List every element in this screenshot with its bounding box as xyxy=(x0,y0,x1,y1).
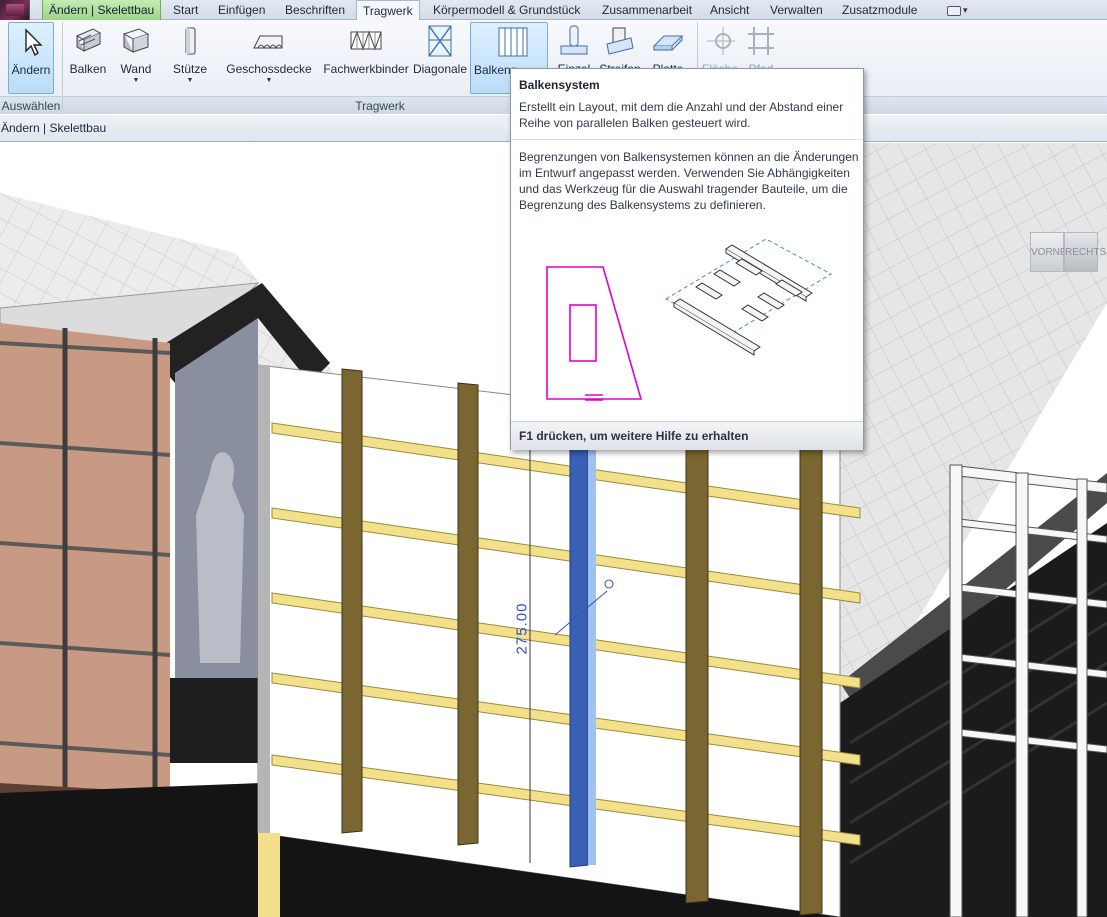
beam-button[interactable]: Balken xyxy=(68,22,108,94)
chevron-down-icon: ▼ xyxy=(132,77,140,84)
tab-einfuegen[interactable]: Einfügen xyxy=(212,0,271,20)
tab-ansicht[interactable]: Ansicht xyxy=(704,0,755,20)
isolated-foundation-icon xyxy=(560,25,588,55)
wall-panel-edge xyxy=(258,365,270,833)
beam-label: Balken xyxy=(69,62,107,76)
beam-icon xyxy=(75,28,102,52)
tab-zusatzmodule[interactable]: Zusatzmodule xyxy=(836,0,923,20)
chevron-down-icon: ▼ xyxy=(265,77,273,84)
viewcube-front[interactable]: VORNE xyxy=(1030,232,1067,272)
area-rebar-icon xyxy=(707,27,735,55)
viewcube-right[interactable]: RECHTS xyxy=(1064,232,1106,272)
chevron-down-icon: ▾ xyxy=(963,5,968,15)
selected-column-side xyxy=(588,395,596,865)
tab-beschriften[interactable]: Beschriften xyxy=(279,0,351,20)
tab-start[interactable]: Start xyxy=(167,0,204,20)
sketch-boundary xyxy=(546,266,643,400)
floor-button[interactable]: Geschossdecke ▼ xyxy=(226,22,312,94)
floor-icon xyxy=(253,35,283,50)
brace-icon xyxy=(428,25,452,57)
brace-label: Diagonale xyxy=(412,62,468,76)
yellow-post-base xyxy=(258,833,280,917)
chevron-down-icon: ▼ xyxy=(186,77,194,84)
path-rebar-icon xyxy=(748,27,774,55)
tab-zusammenarbeit[interactable]: Zusammenarbeit xyxy=(596,0,698,20)
tooltip-footer-help: F1 drücken, um weitere Hilfe zu erhalten xyxy=(511,421,863,450)
application-menu-button[interactable] xyxy=(0,0,30,20)
slab-foundation-icon xyxy=(652,35,684,51)
selected-column[interactable] xyxy=(569,392,589,868)
brick-wall xyxy=(0,323,170,793)
tooltip-detail: Begrenzungen von Balkensystemen können a… xyxy=(519,150,859,212)
beam-system-3d xyxy=(664,238,833,356)
panel-toggle-icon xyxy=(947,5,961,16)
tab-tragwerk[interactable]: Tragwerk xyxy=(356,0,420,21)
truss-label: Fachwerkbinder xyxy=(323,62,409,76)
tab-verwalten[interactable]: Verwalten xyxy=(764,0,829,20)
column-button[interactable]: Stütze ▼ xyxy=(168,22,212,94)
dimension-value[interactable]: 275.00 xyxy=(513,603,530,655)
tooltip-title: Balkensystem xyxy=(519,78,600,92)
truss-icon xyxy=(350,30,382,51)
tab-koerpermodell[interactable]: Körpermodell & Grundstück xyxy=(427,0,586,20)
tooltip-beam-system: Balkensystem Erstellt ein Layout, mit de… xyxy=(510,68,864,450)
tooltip-divider xyxy=(511,139,863,140)
tab-modify-skelettbau[interactable]: Ändern | Skelettbau xyxy=(42,0,162,20)
sketch-beam-marker xyxy=(585,394,603,401)
wall-icon xyxy=(122,28,150,53)
app-logo-icon xyxy=(6,4,24,16)
ground-slab xyxy=(170,678,260,763)
ground-dark xyxy=(0,783,260,917)
truss-button[interactable]: Fachwerkbinder xyxy=(322,22,410,94)
ribbon-minimize-toggle[interactable]: ▾ xyxy=(947,3,973,17)
beam-system-icon xyxy=(498,27,528,57)
tooltip-description: Erstellt ein Layout, mit dem die Anzahl … xyxy=(519,100,844,130)
cursor-icon xyxy=(25,28,43,57)
wall-label: Wand xyxy=(120,62,152,76)
modify-label: Ändern xyxy=(11,63,51,77)
ribbon-tab-bar: Ändern | Skelettbau Start Einfügen Besch… xyxy=(0,0,1107,21)
wall-button[interactable]: Wand ▼ xyxy=(114,22,158,94)
modify-button[interactable]: Ändern xyxy=(8,22,54,94)
floor-label: Geschossdecke xyxy=(226,62,312,76)
panel-label-select: Auswählen xyxy=(0,96,62,114)
tooltip-illustration xyxy=(546,238,833,401)
brace-button[interactable]: Diagonale xyxy=(412,22,468,94)
wall-foundation-icon xyxy=(606,27,634,55)
column-icon xyxy=(185,27,196,55)
sketch-opening xyxy=(569,304,597,362)
viewcube[interactable]: VORNE RECHTS xyxy=(1030,222,1106,278)
column-label: Stütze xyxy=(172,62,208,76)
